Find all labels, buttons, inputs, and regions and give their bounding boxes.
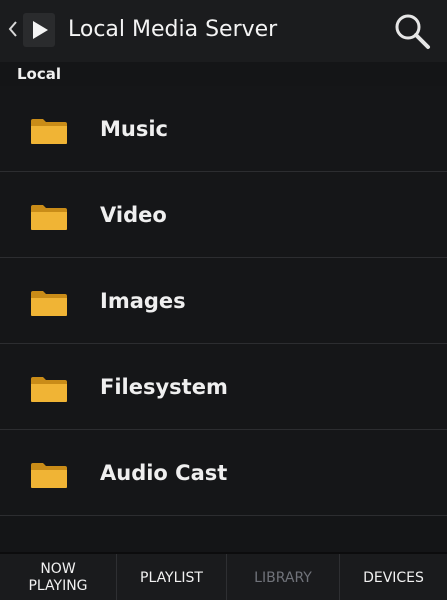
bottom-tab-bar: NOW PLAYING PLAYLIST LIBRARY DEVICES: [0, 552, 447, 600]
list-item-video[interactable]: Video: [0, 172, 447, 258]
folder-icon: [31, 377, 67, 402]
folder-icon: [31, 291, 67, 316]
section-label: Local: [17, 65, 62, 83]
play-icon: [33, 21, 48, 39]
list-item-label: Filesystem: [100, 375, 228, 399]
folder-icon: [31, 119, 67, 144]
folder-icon: [31, 205, 67, 230]
chevron-left-icon[interactable]: [8, 20, 18, 38]
tab-library[interactable]: LIBRARY: [227, 554, 340, 600]
list-item-label: Music: [100, 117, 168, 141]
list-item-label: Images: [100, 289, 186, 313]
list-item-label: Video: [100, 203, 167, 227]
list-item-filesystem[interactable]: Filesystem: [0, 344, 447, 430]
tab-playlist[interactable]: PLAYLIST: [117, 554, 227, 600]
list-item-music[interactable]: Music: [0, 86, 447, 172]
media-list: Music Video Images Filesystem Audio Cast: [0, 86, 447, 516]
tab-now-playing-label: NOW PLAYING: [28, 561, 88, 594]
list-item-audio-cast[interactable]: Audio Cast: [0, 430, 447, 516]
screen: Local Media Server Local Music Video Ima…: [0, 0, 447, 600]
tab-now-playing[interactable]: NOW PLAYING: [0, 554, 117, 600]
list-item-label: Audio Cast: [100, 461, 228, 485]
tab-devices[interactable]: DEVICES: [340, 554, 447, 600]
search-icon[interactable]: [391, 12, 433, 52]
app-icon[interactable]: [23, 13, 55, 47]
folder-icon: [31, 463, 67, 488]
list-item-images[interactable]: Images: [0, 258, 447, 344]
action-bar: Local Media Server: [0, 0, 447, 62]
app-title: Local Media Server: [68, 17, 278, 42]
